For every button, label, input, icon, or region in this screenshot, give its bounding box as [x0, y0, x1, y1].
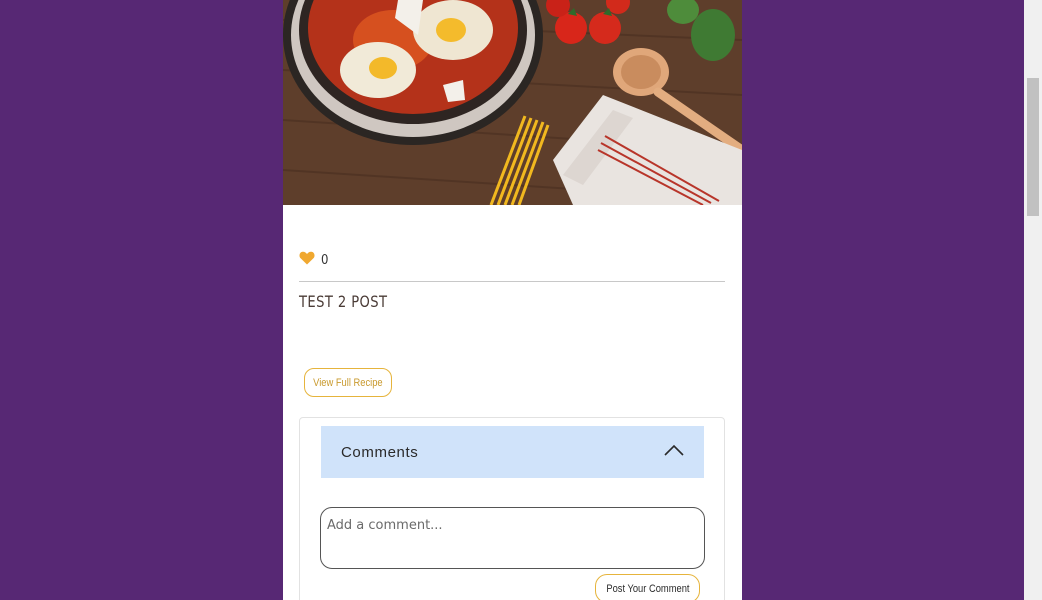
chevron-up-icon[interactable] [664, 443, 684, 461]
post-comment-label: Post Your Comment [605, 582, 690, 595]
page-scrollbar[interactable] [1024, 0, 1042, 600]
likes-row: 0 [299, 250, 328, 270]
comments-section: Comments Post Your Comment [299, 417, 725, 600]
post-card: 0 TEST 2 POST View Full Recipe Comments … [283, 0, 742, 600]
post-image [283, 0, 742, 205]
post-comment-button[interactable]: Post Your Comment [595, 574, 700, 600]
scrollbar-thumb[interactable] [1027, 78, 1039, 216]
post-title: TEST 2 POST [299, 292, 388, 311]
comments-label: Comments [341, 443, 419, 461]
view-full-recipe-label: View Full Recipe [313, 376, 383, 389]
divider [299, 281, 725, 282]
food-photo [283, 0, 742, 205]
heart-icon[interactable] [299, 251, 315, 270]
view-full-recipe-button[interactable]: View Full Recipe [304, 368, 392, 397]
comment-input[interactable] [320, 507, 705, 569]
comments-accordion-header[interactable]: Comments [321, 426, 704, 478]
like-count: 0 [321, 252, 329, 268]
